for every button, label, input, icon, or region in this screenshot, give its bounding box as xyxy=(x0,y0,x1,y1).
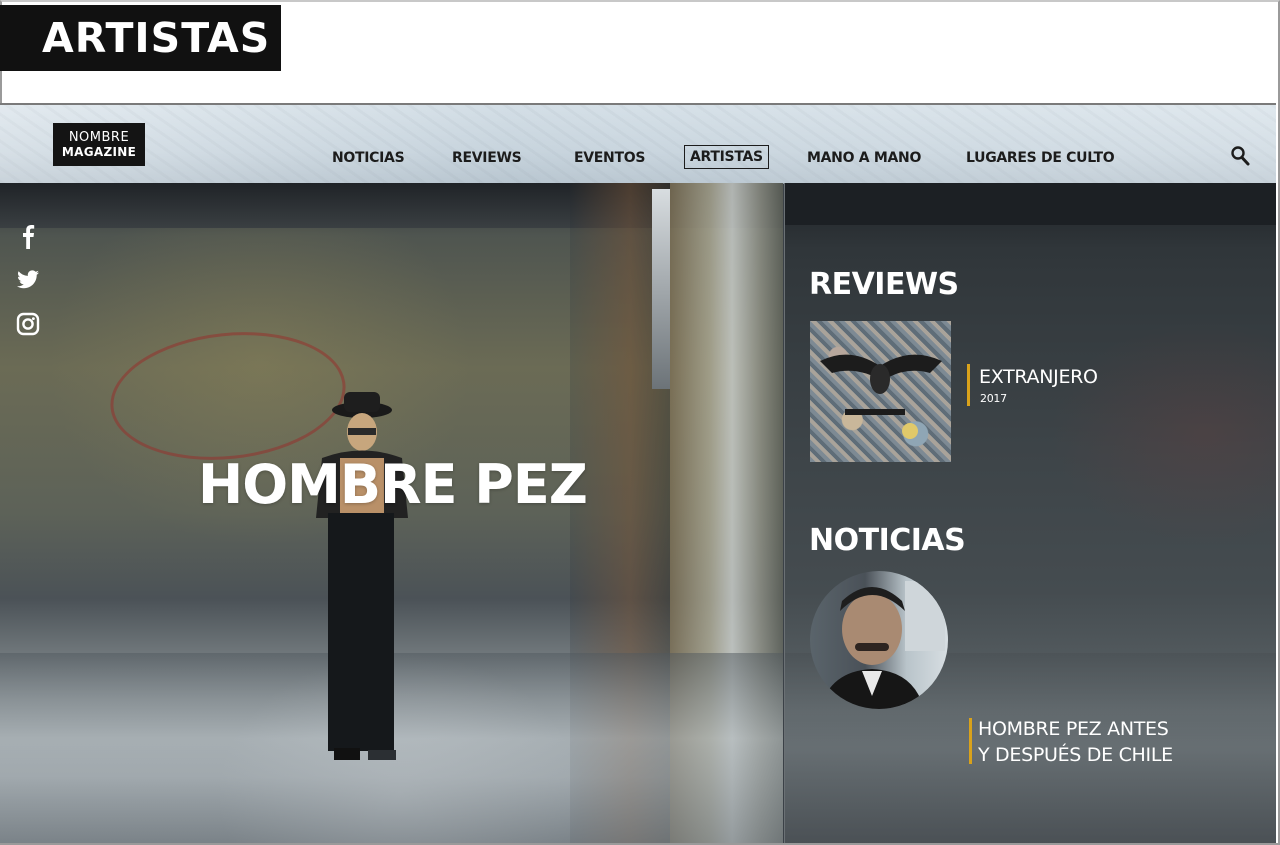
news-title-line-1[interactable]: HOMBRE PEZ ANTES xyxy=(978,716,1169,742)
reviews-heading: REVIEWS xyxy=(809,267,959,302)
logo-line-1: NOMBRE xyxy=(68,130,130,145)
news-portrait-figure xyxy=(820,581,945,709)
review-title[interactable]: EXTRANJERO xyxy=(979,364,1098,390)
sidebar-bg-ceiling xyxy=(785,183,1276,225)
search-icon xyxy=(1231,146,1250,166)
search-button[interactable] xyxy=(1230,145,1252,169)
site-header: NOMBRE MAGAZINE NOTICIAS REVIEWS EVENTOS… xyxy=(0,105,1276,184)
nav-item-mano-a-mano[interactable]: MANO A MANO xyxy=(807,146,921,170)
review-accent-bar xyxy=(967,364,970,406)
instagram-button[interactable] xyxy=(16,311,40,337)
nav-item-noticias[interactable]: NOTICIAS xyxy=(332,146,405,170)
artist-name-title: HOMBRE PEZ xyxy=(198,453,588,516)
review-album-cover[interactable] xyxy=(810,321,951,462)
news-accent-bar xyxy=(969,718,972,764)
noticias-heading: NOTICIAS xyxy=(809,523,966,558)
artist-photo-figure xyxy=(316,392,408,760)
facebook-button[interactable] xyxy=(16,223,40,249)
sidebar: REVIEWS EXTRANJERO 2017 NOTICIAS HOMBRE … xyxy=(784,183,1276,843)
news-thumbnail[interactable] xyxy=(810,571,948,709)
twitter-button[interactable] xyxy=(16,266,40,292)
news-title-line-2[interactable]: Y DESPUÉS DE CHILE xyxy=(978,742,1173,768)
twitter-icon xyxy=(17,270,39,289)
nav-item-lugares-de-culto[interactable]: LUGARES DE CULTO xyxy=(966,146,1115,170)
logo-line-2: MAGAZINE xyxy=(61,145,137,159)
hero-section: HOMBRE PEZ xyxy=(0,183,783,843)
page-label-text: ARTISTAS xyxy=(42,14,271,62)
website-mockup: NOMBRE MAGAZINE NOTICIAS REVIEWS EVENTOS… xyxy=(0,103,1276,843)
facebook-icon xyxy=(23,225,35,249)
review-year: 2017 xyxy=(980,392,1007,405)
instagram-icon xyxy=(16,312,40,336)
nav-item-reviews[interactable]: REVIEWS xyxy=(452,146,522,170)
nav-item-artistas[interactable]: ARTISTAS xyxy=(684,145,769,169)
album-art-figure xyxy=(820,354,942,439)
page-label: ARTISTAS xyxy=(0,5,281,71)
nav-item-eventos[interactable]: EVENTOS xyxy=(574,146,645,170)
site-logo[interactable]: NOMBRE MAGAZINE xyxy=(53,123,145,166)
hero-bg-window xyxy=(652,189,670,389)
